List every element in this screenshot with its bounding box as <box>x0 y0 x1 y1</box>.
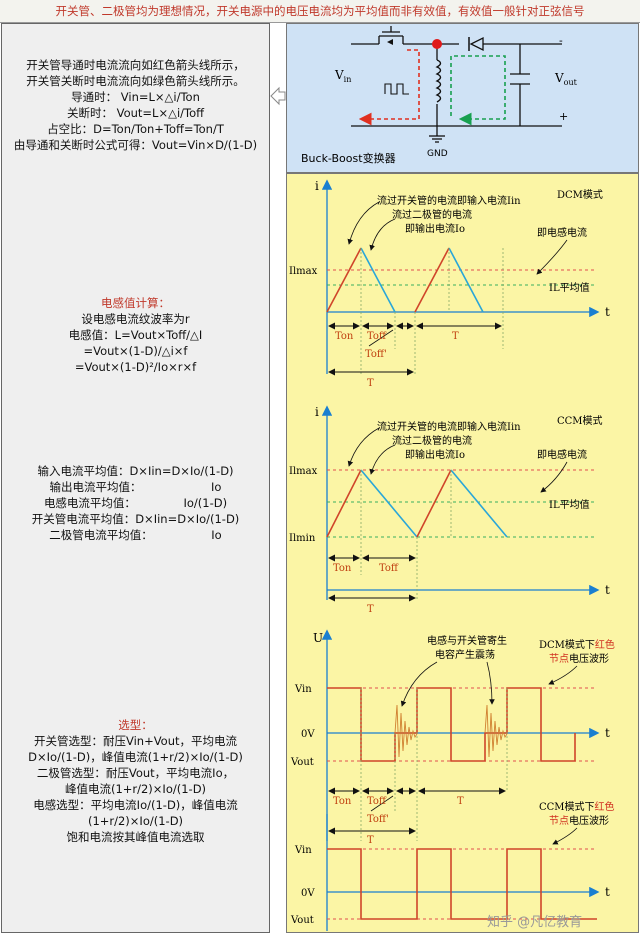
t-period-label: T <box>367 604 374 615</box>
voltage-title: 节点电压波形 <box>549 814 609 827</box>
ringing-annotation: 电感与开关管寄生 <box>427 634 507 647</box>
text-line: 二极管选型：耐压Vout，平均电流Io， <box>36 766 235 780</box>
t-axis-label: t <box>605 885 610 899</box>
minus-sign: - <box>559 34 563 47</box>
zero-volt-label: 0V <box>301 729 315 740</box>
vout-label: Vout <box>554 71 578 87</box>
left-explanation-panel: 开关管导通时电流流向如红色箭头线所示， 开关管关断时电流流向如绿色箭头线所示。 … <box>1 23 270 933</box>
buck-boost-circuit: Vin Vout + - GND Buck-Boost变换器 <box>286 23 639 173</box>
toff-prime-label: Toff' <box>365 349 387 360</box>
ilmin-label: Ilmin <box>289 533 316 544</box>
ton-label: Ton <box>335 331 354 342</box>
text-line: 由导通和关断时公式可得：Vout=Vin×D/(1-D) <box>13 138 258 152</box>
text-line: 饱和电流按其峰值电流选取 <box>66 830 205 844</box>
text-line: 电感选型：平均电流Io/(1-D)，峰值电流 <box>33 798 238 812</box>
toff-label: Toff <box>367 796 387 807</box>
text-line: 电感电流平均值： Io/(1-D) <box>43 496 228 510</box>
switch-node <box>432 39 442 49</box>
text-line: 开关管电流平均值：D×Iin=D×Io/(1-D) <box>31 512 240 526</box>
il-average-label: IL平均值 <box>549 498 590 511</box>
text-line: 输入电流平均值：D×Iin=D×Io/(1-D) <box>37 464 234 478</box>
inductor-current-annotation: 即电感电流 <box>537 448 587 461</box>
t-axis-label: t <box>605 583 610 597</box>
u-axis-label: U <box>313 631 323 645</box>
left-arrow-icon <box>270 86 286 106</box>
waveform-panel: t i Ilmax Ton Toff Toff' T T 流过开关管的电流即输入… <box>286 173 639 933</box>
text-line: 输出电流平均值： Io <box>49 480 222 494</box>
text-line: =Vout×(1-D)/△i×f <box>83 344 188 358</box>
inductor-current-annotation: 即电感电流 <box>537 226 587 239</box>
output-current-annotation: 即输出电流Io <box>405 448 465 461</box>
toff-label: Toff <box>367 331 387 342</box>
zero-volt-label: 0V <box>301 888 315 899</box>
ringing-annotation: 电容产生震荡 <box>435 648 495 661</box>
i-axis-label: i <box>315 405 319 419</box>
switch-current-annotation: 流过开关管的电流即输入电流Iin <box>377 194 521 207</box>
ton-label: Ton <box>333 796 352 807</box>
ccm-current-chart: t i Ilmax Ilmin Ton Toff T 流过开关管的电流即输入电流… <box>289 405 610 615</box>
text-line: 二极管电流平均值： Io <box>49 528 222 542</box>
top-banner: 开关管、二极管均为理想情况，开关电源中的电压电流均为平均值而非有效值，有效值一般… <box>0 0 640 23</box>
text-line: 峰值电流(1+r/2)×Io/(1-D) <box>64 782 207 796</box>
t-period-label: T <box>367 835 374 846</box>
ton-label: Ton <box>333 563 352 574</box>
text-line: D×Io/(1-D)，峰值电流(1+r/2)×Io/(1-D) <box>28 750 243 764</box>
text-line: 导通时： Vin=L×△i/Ton <box>71 90 200 104</box>
ccm-voltage-chart: t Vin 0V Vout CCM模式下红色 节点电压波形 知乎 @凡亿教育 <box>290 800 615 931</box>
vout-level-label: Vout <box>290 915 314 926</box>
gnd-label: GND <box>427 149 448 159</box>
selection-title: 选型： <box>118 718 153 732</box>
vout-level-label: Vout <box>290 757 314 768</box>
output-current-annotation: 即输出电流Io <box>405 222 465 235</box>
t-axis-label: t <box>605 305 610 319</box>
dcm-voltage-chart: U t Vin 0V Vout Ton Toff Toff' T T 电感与开关… <box>290 629 615 846</box>
dcm-current-chart: t i Ilmax Ton Toff Toff' T T 流过开关管的电流即输入… <box>289 179 610 389</box>
text-line: 开关管选型：耐压Vin+Vout，平均电流 <box>33 734 238 748</box>
text-line: (1+r/2)×Io/(1-D) <box>87 814 184 828</box>
toff-prime-label: Toff' <box>367 814 389 825</box>
voltage-title: CCM模式下红色 <box>539 800 615 813</box>
text-line: =Vout×(1-D)²/Io×r×f <box>74 360 197 374</box>
text-line: 开关管关断时电流流向如绿色箭头线所示。 <box>26 74 245 88</box>
mode-label: CCM模式 <box>557 414 603 427</box>
t-period-label: T <box>452 331 459 342</box>
watermark: 知乎 @凡亿教育 <box>487 914 582 930</box>
text-line: 占空比：D=Ton/Ton+Toff=Ton/T <box>47 122 224 136</box>
vin-label: Vin <box>334 68 351 84</box>
i-axis-label: i <box>315 179 319 193</box>
mode-label: DCM模式 <box>557 188 603 201</box>
text-line: 电感值：L=Vout×Toff/△I <box>68 328 203 342</box>
ilmax-label: Ilmax <box>289 266 318 277</box>
switch-current-annotation: 流过开关管的电流即输入电流Iin <box>377 420 521 433</box>
text-line: 开关管导通时电流流向如红色箭头线所示， <box>26 58 245 72</box>
t-period-label: T <box>367 378 374 389</box>
text-line: 设电感电流纹波率为r <box>81 312 190 326</box>
diode-current-annotation: 流过二极管的电流 <box>392 208 472 221</box>
ilmax-label: Ilmax <box>289 466 318 477</box>
t-period-label: T <box>457 796 464 807</box>
voltage-title: 节点电压波形 <box>549 652 609 665</box>
t-axis-label: t <box>605 726 610 740</box>
diode-current-annotation: 流过二极管的电流 <box>392 434 472 447</box>
voltage-title: DCM模式下红色 <box>539 638 615 651</box>
plus-sign: + <box>559 110 568 123</box>
il-average-label: IL平均值 <box>549 281 590 294</box>
vin-level-label: Vin <box>294 845 312 856</box>
inductor-calc-title: 电感值计算： <box>101 296 170 310</box>
toff-label: Toff <box>379 563 399 574</box>
text-line: 关断时： Vout=L×△i/Toff <box>66 106 205 120</box>
circuit-caption: Buck-Boost变换器 <box>301 151 396 165</box>
vin-level-label: Vin <box>294 684 312 695</box>
